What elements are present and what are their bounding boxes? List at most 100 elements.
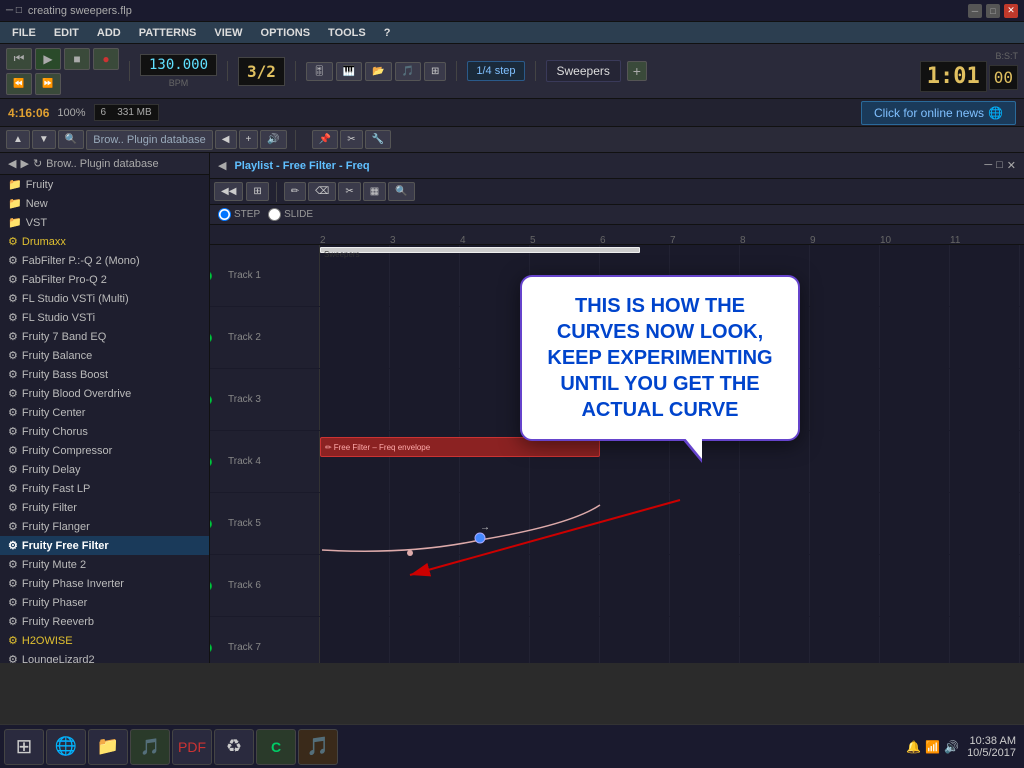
- track-6-content[interactable]: [320, 555, 1024, 616]
- rewind-button[interactable]: ⏪: [6, 73, 32, 95]
- slide-radio[interactable]: [268, 208, 281, 221]
- menu-tools[interactable]: TOOLS: [320, 25, 374, 41]
- explorer-button[interactable]: 📁: [88, 729, 128, 765]
- sidebar-item-fruity-blood[interactable]: ⚙ Fruity Blood Overdrive: [0, 384, 209, 403]
- record-button[interactable]: ●: [93, 48, 119, 70]
- track-5-content[interactable]: [320, 493, 1024, 554]
- menu-options[interactable]: OPTIONS: [253, 25, 319, 41]
- forward-button[interactable]: ⏩: [35, 73, 61, 95]
- ie-button[interactable]: 🌐: [46, 729, 86, 765]
- pattern-button[interactable]: ⊞: [424, 62, 446, 81]
- volume-icon[interactable]: 🔊: [944, 740, 959, 754]
- step-label[interactable]: STEP: [218, 208, 260, 221]
- sidebar-item-fruity-phaser[interactable]: ⚙ Fruity Phaser: [0, 593, 209, 612]
- minimize-button[interactable]: ─: [968, 4, 982, 18]
- zoom-tool[interactable]: 🔍: [388, 182, 414, 201]
- sidebar-item-fabfilter2[interactable]: ⚙ FabFilter Pro-Q 2: [0, 270, 209, 289]
- pdf-button[interactable]: PDF: [172, 729, 212, 765]
- piano-button[interactable]: 🎹: [336, 62, 362, 81]
- sidebar-item-fruity-reeverb[interactable]: ⚙ Fruity Reeverb: [0, 612, 209, 631]
- sidebar-item-fruity-flanger[interactable]: ⚙ Fruity Flanger: [0, 517, 209, 536]
- sidebar-item-fruity[interactable]: 📁 Fruity: [0, 175, 209, 194]
- step-label[interactable]: 1/4 step: [467, 61, 524, 81]
- select-tool[interactable]: ▦: [363, 182, 386, 201]
- close-playlist-icon[interactable]: ✕: [1007, 159, 1016, 172]
- slide-label[interactable]: SLIDE: [268, 208, 313, 221]
- collapse-button[interactable]: ◀: [215, 130, 237, 149]
- stop-button[interactable]: ■: [64, 48, 90, 70]
- erase-tool[interactable]: ⌫: [308, 182, 336, 201]
- sidebar-item-fruity-mute[interactable]: ⚙ Fruity Mute 2: [0, 555, 209, 574]
- sidebar-item-fruity-fastlp[interactable]: ⚙ Fruity Fast LP: [0, 479, 209, 498]
- step-radio[interactable]: [218, 208, 231, 221]
- sidebar-item-fruity-filter[interactable]: ⚙ Fruity Filter: [0, 498, 209, 517]
- sidebar-item-fruity-center[interactable]: ⚙ Fruity Center: [0, 403, 209, 422]
- menu-file[interactable]: FILE: [4, 25, 44, 41]
- sweepers-segment[interactable]: Sweepers: [320, 247, 640, 253]
- sidebar-item-vst[interactable]: 📁 VST: [0, 213, 209, 232]
- refresh-icon[interactable]: ↻: [33, 157, 42, 170]
- winamp-button[interactable]: 🎵: [130, 729, 170, 765]
- track-7-content[interactable]: [320, 617, 1024, 663]
- bpm-display[interactable]: 130.000: [140, 54, 217, 76]
- start-button[interactable]: ⊞: [4, 729, 44, 765]
- speaker-button[interactable]: 🔊: [260, 130, 286, 149]
- maximize-button[interactable]: □: [986, 4, 1000, 18]
- sidebar-item-fruity7band[interactable]: ⚙ Fruity 7 Band EQ: [0, 327, 209, 346]
- track-4-dot[interactable]: [210, 457, 212, 467]
- sidebar-item-h2owise[interactable]: ⚙ H2OWISE: [0, 631, 209, 650]
- cakewalk-button[interactable]: C: [256, 729, 296, 765]
- search-button[interactable]: 🔍: [58, 130, 84, 149]
- playlist-marker[interactable]: 📌: [312, 130, 338, 149]
- nav-next-icon[interactable]: ▶: [20, 157, 28, 170]
- sidebar-item-fruity-chorus[interactable]: ⚙ Fruity Chorus: [0, 422, 209, 441]
- sidebar-item-new[interactable]: 📁 New: [0, 194, 209, 213]
- add-track-button[interactable]: +: [239, 130, 259, 149]
- news-button[interactable]: Click for online news 🌐: [861, 101, 1016, 125]
- track-5-dot[interactable]: [210, 519, 212, 529]
- track-2-dot[interactable]: [210, 333, 212, 343]
- play-button[interactable]: ▶: [35, 48, 61, 70]
- minimize-playlist-icon[interactable]: ─: [984, 159, 992, 172]
- sidebar-item-flstudio-vsti[interactable]: ⚙ FL Studio VSTi: [0, 308, 209, 327]
- preset-name[interactable]: Sweepers: [546, 60, 621, 82]
- mixer-button[interactable]: 🎚: [306, 62, 333, 81]
- menu-view[interactable]: VIEW: [206, 25, 250, 41]
- nav-up-button[interactable]: ▲: [6, 130, 30, 149]
- playlist-scissors[interactable]: ✂: [340, 130, 362, 149]
- track-3-dot[interactable]: [210, 395, 212, 405]
- draw-tool[interactable]: ✏: [284, 182, 306, 201]
- browser-button[interactable]: 📂: [365, 62, 391, 81]
- sidebar-item-fruity-delay[interactable]: ⚙ Fruity Delay: [0, 460, 209, 479]
- recycle-button[interactable]: ♻: [214, 729, 254, 765]
- playlist-prev-btn[interactable]: ◀◀: [214, 182, 243, 201]
- add-preset-button[interactable]: +: [627, 61, 647, 81]
- sidebar-item-drumaxx[interactable]: ⚙ Drumaxx: [0, 232, 209, 251]
- menu-patterns[interactable]: PATTERNS: [131, 25, 205, 41]
- prev-button[interactable]: ⏮: [6, 48, 32, 70]
- sidebar-item-fruity-phase[interactable]: ⚙ Fruity Phase Inverter: [0, 574, 209, 593]
- sidebar-item-fruity-freefilter[interactable]: ⚙ Fruity Free Filter: [0, 536, 209, 555]
- playlist-tools[interactable]: 🔧: [365, 130, 391, 149]
- sidebar-item-fruity-balance[interactable]: ⚙ Fruity Balance: [0, 346, 209, 365]
- track-1-dot[interactable]: [210, 271, 212, 281]
- sidebar-item-fruity-bass[interactable]: ⚙ Fruity Bass Boost: [0, 365, 209, 384]
- channel-button[interactable]: 🎵: [395, 62, 421, 81]
- playlist-snap-btn[interactable]: ⊞: [246, 182, 268, 201]
- menu-add[interactable]: ADD: [89, 25, 129, 41]
- nav-down-button[interactable]: ▼: [32, 130, 56, 149]
- playlist-nav-left[interactable]: ◀: [218, 159, 226, 172]
- menu-edit[interactable]: EDIT: [46, 25, 87, 41]
- detach-playlist-icon[interactable]: □: [996, 159, 1003, 172]
- fl-studio-button[interactable]: 🎵: [298, 729, 338, 765]
- sidebar-item-fruity-compressor[interactable]: ⚙ Fruity Compressor: [0, 441, 209, 460]
- sidebar-item-loungelizard[interactable]: ⚙ LoungeLizard2: [0, 650, 209, 663]
- cut-tool[interactable]: ✂: [338, 182, 360, 201]
- sidebar-item-fabfilter1[interactable]: ⚙ FabFilter P.:-Q 2 (Mono): [0, 251, 209, 270]
- track-7-dot[interactable]: [210, 643, 212, 653]
- nav-prev-icon[interactable]: ◀: [8, 157, 16, 170]
- sidebar-item-flstudio-multi[interactable]: ⚙ FL Studio VSTi (Multi): [0, 289, 209, 308]
- close-button[interactable]: ✕: [1004, 4, 1018, 18]
- time-sig[interactable]: 3/2: [238, 57, 285, 86]
- menu-help[interactable]: ?: [376, 25, 399, 41]
